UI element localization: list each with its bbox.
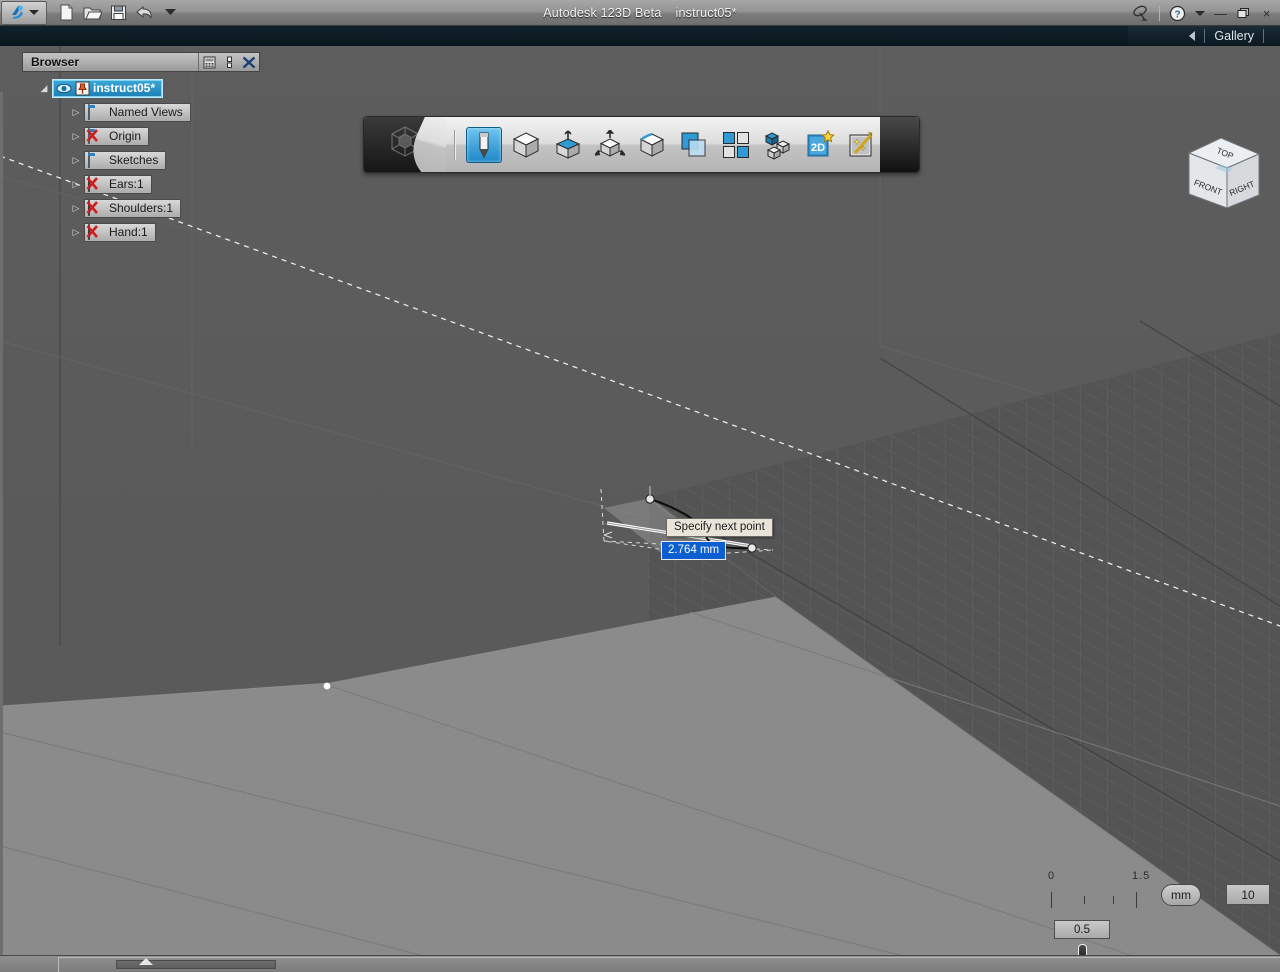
horizontal-scrollbar[interactable]	[116, 958, 276, 969]
gallery-bar: Gallery	[0, 26, 1280, 46]
scale-value-box[interactable]: 0.5	[1054, 920, 1110, 939]
status-bar	[0, 955, 1280, 972]
scale-tick-label-1: 1.5	[1132, 870, 1151, 882]
autodesk-logo-icon	[9, 4, 26, 21]
application-menu-button[interactable]	[1, 0, 47, 25]
undo-icon[interactable]	[135, 3, 154, 22]
solid-body-icon	[86, 223, 105, 240]
help-icon[interactable]: ?	[1168, 4, 1187, 23]
gallery-bar-left-fill	[0, 26, 1128, 46]
open-file-icon[interactable]	[83, 3, 102, 22]
3d-viewport[interactable]: Browser ◢ instruct05* ▷ Named Views ▷ Or…	[0, 46, 1280, 955]
satellite-dish-icon[interactable]	[1132, 4, 1151, 23]
scale-tick	[1113, 896, 1114, 904]
window-title: Autodesk 123D Beta instruct05*	[0, 6, 1280, 20]
suppressed-x-icon	[86, 128, 103, 144]
grid-origin-point	[323, 682, 331, 690]
title-bar: Autodesk 123D Beta instruct05* ? — ×	[0, 0, 1280, 26]
help-chevron-down-icon[interactable]	[1195, 10, 1205, 16]
quick-access-toolbar	[57, 3, 180, 22]
suppressed-x-icon	[86, 176, 103, 192]
svg-text:?: ?	[1174, 9, 1180, 20]
dimension-input[interactable]: 2.764 mm	[661, 541, 727, 560]
document-name: instruct05*	[675, 5, 737, 20]
customize-qat-icon[interactable]	[161, 3, 180, 22]
scale-tick	[1051, 892, 1052, 908]
scale-tick-label-0: 0	[1048, 870, 1056, 882]
suppressed-x-icon	[86, 200, 103, 216]
command-tooltip: Specify next point	[666, 518, 773, 537]
zoom-level-box[interactable]: 10	[1226, 884, 1270, 905]
restore-button[interactable]	[1236, 6, 1251, 20]
app-title: Autodesk 123D Beta	[543, 5, 662, 20]
divider	[1159, 5, 1160, 21]
new-file-icon[interactable]	[57, 3, 76, 22]
collapse-left-arrow-icon[interactable]	[1189, 31, 1196, 41]
close-button[interactable]: ×	[1259, 6, 1274, 21]
scale-slider-handle[interactable]	[1078, 944, 1087, 955]
scale-tick	[1084, 896, 1085, 904]
scale-tick	[1136, 892, 1137, 908]
divider	[1263, 29, 1264, 43]
sketch-geometry	[323, 486, 774, 690]
suppressed-x-icon	[86, 224, 103, 240]
title-bar-right-controls: ? — ×	[1132, 0, 1274, 26]
solid-body-icon	[86, 175, 105, 192]
divider	[1204, 29, 1206, 43]
folder-icon	[86, 127, 105, 144]
minimize-button[interactable]: —	[1213, 6, 1228, 21]
chevron-down-icon	[29, 10, 39, 15]
sketch-point-end	[747, 543, 757, 553]
save-file-icon[interactable]	[109, 3, 128, 22]
solid-body-icon	[86, 199, 105, 216]
units-button[interactable]: mm	[1161, 884, 1201, 906]
cube-logo-icon	[386, 123, 424, 166]
gallery-tab[interactable]: Gallery	[1214, 29, 1254, 43]
